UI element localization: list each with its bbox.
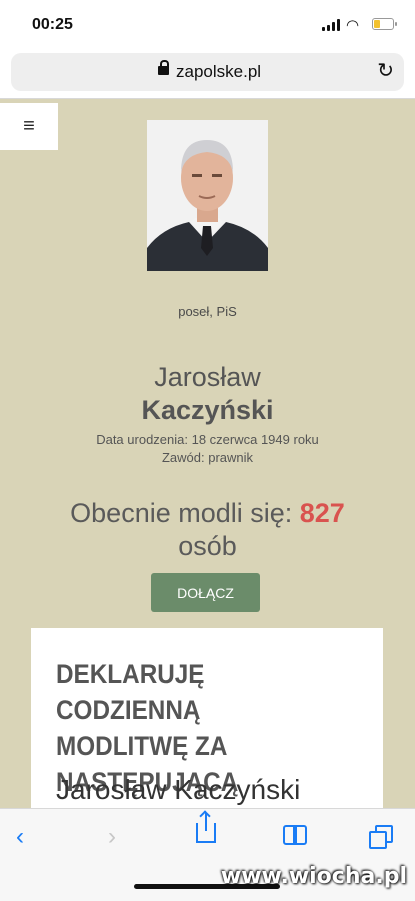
- prayer-suffix: osób: [178, 531, 237, 561]
- declaration-card: DEKLARUJĘ CODZIENNĄ MODLITWĘ ZA NASTĘPUJ…: [31, 628, 383, 833]
- chevron-left-icon[interactable]: ‹: [16, 823, 24, 851]
- birth-date: Data urodzenia: 18 czerwca 1949 roku: [96, 432, 319, 447]
- signal-icon: [322, 19, 340, 31]
- share-icon[interactable]: [196, 813, 216, 843]
- url-bar[interactable]: zapolske.pl ↻: [11, 53, 404, 91]
- clock: 00:25: [32, 16, 73, 33]
- chevron-right-icon[interactable]: ›: [108, 823, 116, 851]
- wifi-icon: ◠: [346, 17, 360, 34]
- declaration-name: Jarosław Kaczyński: [56, 774, 301, 805]
- first-name: Jarosław: [154, 362, 261, 392]
- battery-icon: [372, 18, 397, 30]
- hamburger-icon: ≡: [23, 115, 35, 137]
- join-button[interactable]: DOŁĄCZ: [151, 573, 260, 612]
- party-label: poseł, PiS: [178, 304, 237, 319]
- reload-icon[interactable]: ↻: [377, 58, 394, 83]
- menu-button[interactable]: ≡: [0, 103, 58, 150]
- profile-photo: [147, 120, 268, 271]
- book-icon[interactable]: [283, 825, 309, 847]
- prayer-count: 827: [299, 498, 345, 528]
- prayer-prefix: Obecnie modli się:: [70, 498, 300, 528]
- prayer-counter: Obecnie modli się: 827 osób: [0, 497, 415, 563]
- browser-address-area: zapolske.pl ↻: [0, 48, 415, 99]
- last-name: Kaczyński: [141, 395, 274, 425]
- url-text: zapolske.pl: [176, 62, 262, 81]
- tabs-icon[interactable]: [369, 825, 395, 851]
- occupation: Zawód: prawnik: [161, 450, 254, 465]
- status-bar: 00:25 ◠: [0, 0, 415, 48]
- lock-icon: [158, 60, 169, 75]
- watermark: www.wiocha.pl: [220, 864, 407, 889]
